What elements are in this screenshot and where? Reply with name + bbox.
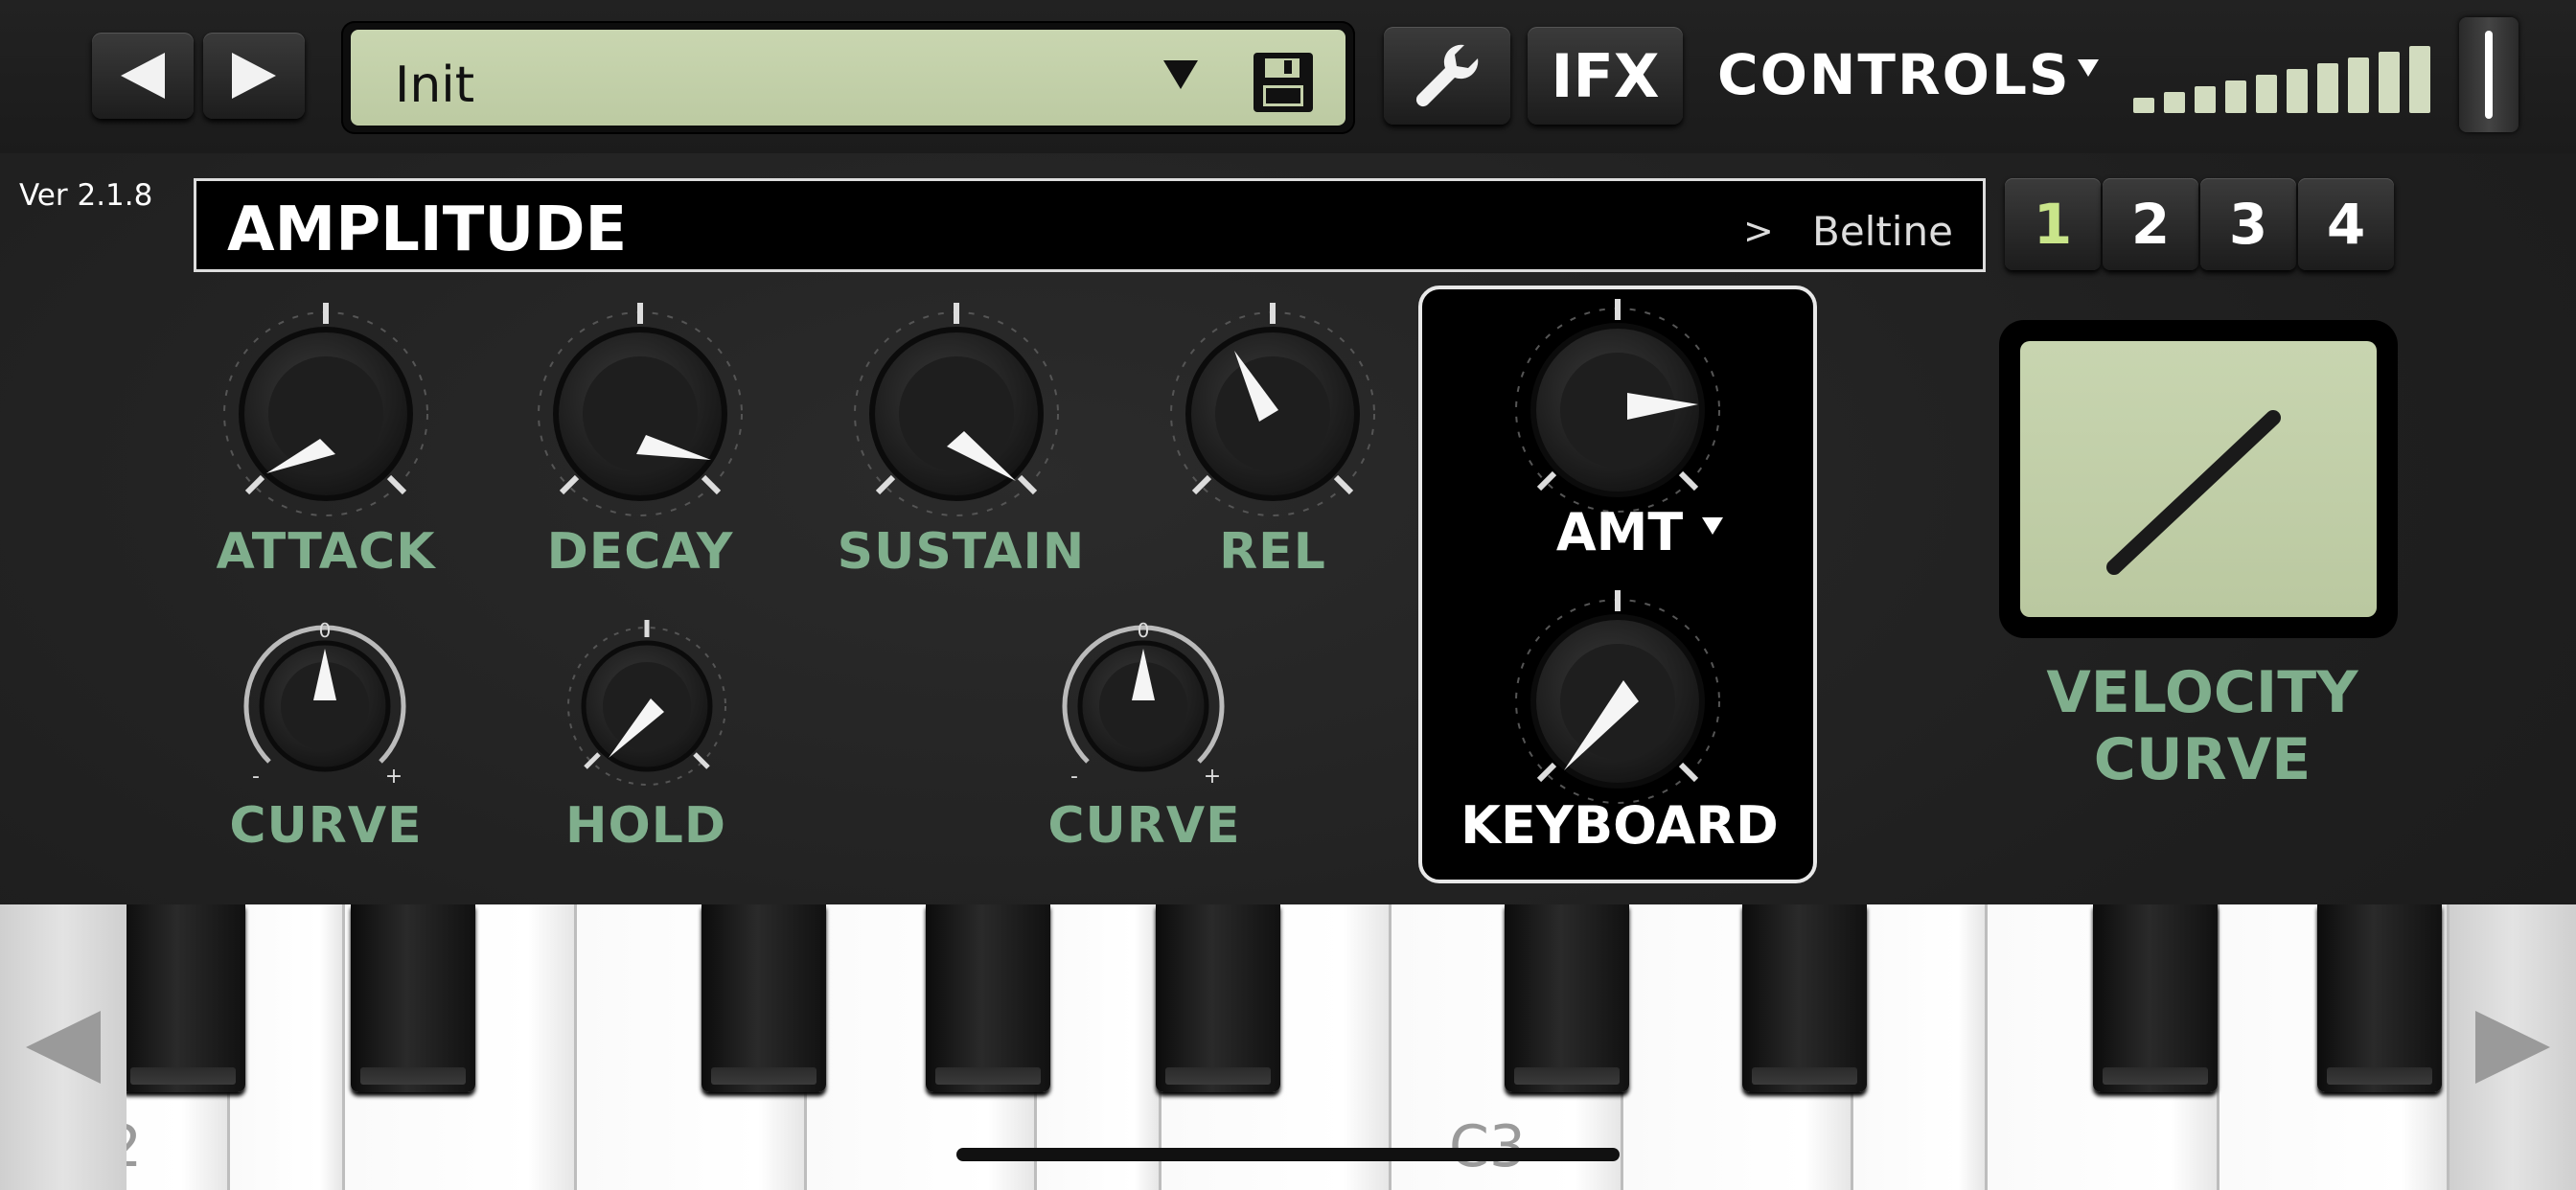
attack-knob[interactable] [220, 303, 431, 523]
minus-mark: - [1070, 765, 1078, 789]
black-key[interactable] [351, 904, 475, 1092]
white-key[interactable] [1853, 904, 1988, 1190]
page-button-2[interactable]: 2 [2103, 178, 2198, 270]
view-selector[interactable]: CONTROLS [1717, 42, 2071, 107]
amount-label: AMT [1555, 502, 1684, 562]
black-key[interactable] [2093, 904, 2218, 1092]
version-label: Ver 2.1.8 [19, 178, 153, 213]
hold-label: HOLD [564, 797, 727, 855]
page-button-3[interactable]: 3 [2200, 178, 2296, 270]
black-key[interactable] [702, 904, 826, 1092]
c3-label: C3 [1449, 1113, 1527, 1180]
next-preset-button[interactable] [203, 33, 305, 119]
breadcrumb-link[interactable]: Beltine [1812, 208, 1953, 255]
arrow-left-icon [121, 53, 165, 99]
release-curve-label: CURVE [1047, 797, 1241, 855]
attack-label: ATTACK [216, 523, 436, 581]
breadcrumb-separator: > [1743, 210, 1774, 252]
attack-curve-label: CURVE [229, 797, 423, 855]
preset-selector[interactable]: Init [341, 21, 1355, 134]
black-key[interactable] [2317, 904, 2442, 1092]
release-label: REL [1219, 523, 1326, 581]
release-knob[interactable] [1167, 303, 1378, 523]
octave-down-button[interactable] [0, 904, 126, 1190]
page-button-1[interactable]: 1 [2005, 178, 2101, 270]
attack-curve-knob[interactable]: 0 - + [243, 619, 406, 791]
page-button-4[interactable]: 4 [2298, 178, 2394, 270]
keyboard-label: KEYBOARD [1460, 795, 1779, 856]
volume-slider-thumb[interactable] [2459, 17, 2518, 132]
view-dropdown-caret-icon[interactable] [2078, 59, 2099, 77]
white-key[interactable] [230, 904, 345, 1190]
preset-display: Init [351, 30, 1346, 126]
black-key[interactable] [926, 904, 1050, 1092]
wrench-icon [1415, 44, 1479, 107]
release-curve-knob[interactable]: 0 - + [1062, 619, 1225, 791]
dropdown-caret-icon[interactable] [1163, 60, 1198, 89]
arrow-right-icon [2475, 1011, 2550, 1084]
sustain-knob[interactable] [851, 303, 1062, 523]
velocity-curve-graph [2106, 410, 2281, 575]
amount-knob[interactable] [1512, 299, 1723, 519]
black-key[interactable] [1742, 904, 1867, 1092]
decay-knob[interactable] [535, 303, 746, 523]
black-key[interactable] [121, 904, 245, 1092]
home-indicator [956, 1148, 1620, 1161]
section-header: AMPLITUDE > Beltine [194, 178, 1986, 272]
settings-button[interactable] [1384, 27, 1510, 125]
volume-slider[interactable] [2133, 29, 2459, 113]
ifx-button[interactable]: IFX [1528, 27, 1683, 125]
hold-knob[interactable] [565, 620, 728, 791]
section-title: AMPLITUDE [227, 195, 628, 265]
black-key[interactable] [1156, 904, 1280, 1092]
octave-up-button[interactable] [2450, 904, 2576, 1190]
plus-mark: + [385, 765, 402, 789]
velocity-curve-label: VELOCITY CURVE [2046, 659, 2358, 793]
arrow-right-icon [232, 53, 276, 99]
plus-mark: + [1204, 765, 1221, 789]
velocity-curve-screen [2020, 341, 2377, 617]
minus-mark: - [252, 765, 260, 789]
prev-preset-button[interactable] [92, 33, 194, 119]
save-icon[interactable] [1254, 53, 1313, 112]
decay-label: DECAY [546, 523, 734, 581]
zero-mark: 0 [319, 619, 332, 642]
preset-name: Init [395, 57, 475, 114]
velocity-curve-display[interactable] [1999, 320, 2398, 638]
keyboard-knob[interactable] [1512, 590, 1723, 811]
zero-mark: 0 [1138, 619, 1150, 642]
sustain-label: SUSTAIN [837, 523, 1086, 581]
arrow-left-icon [26, 1011, 101, 1084]
amount-dropdown-caret-icon[interactable] [1702, 517, 1723, 535]
black-key[interactable] [1505, 904, 1629, 1092]
